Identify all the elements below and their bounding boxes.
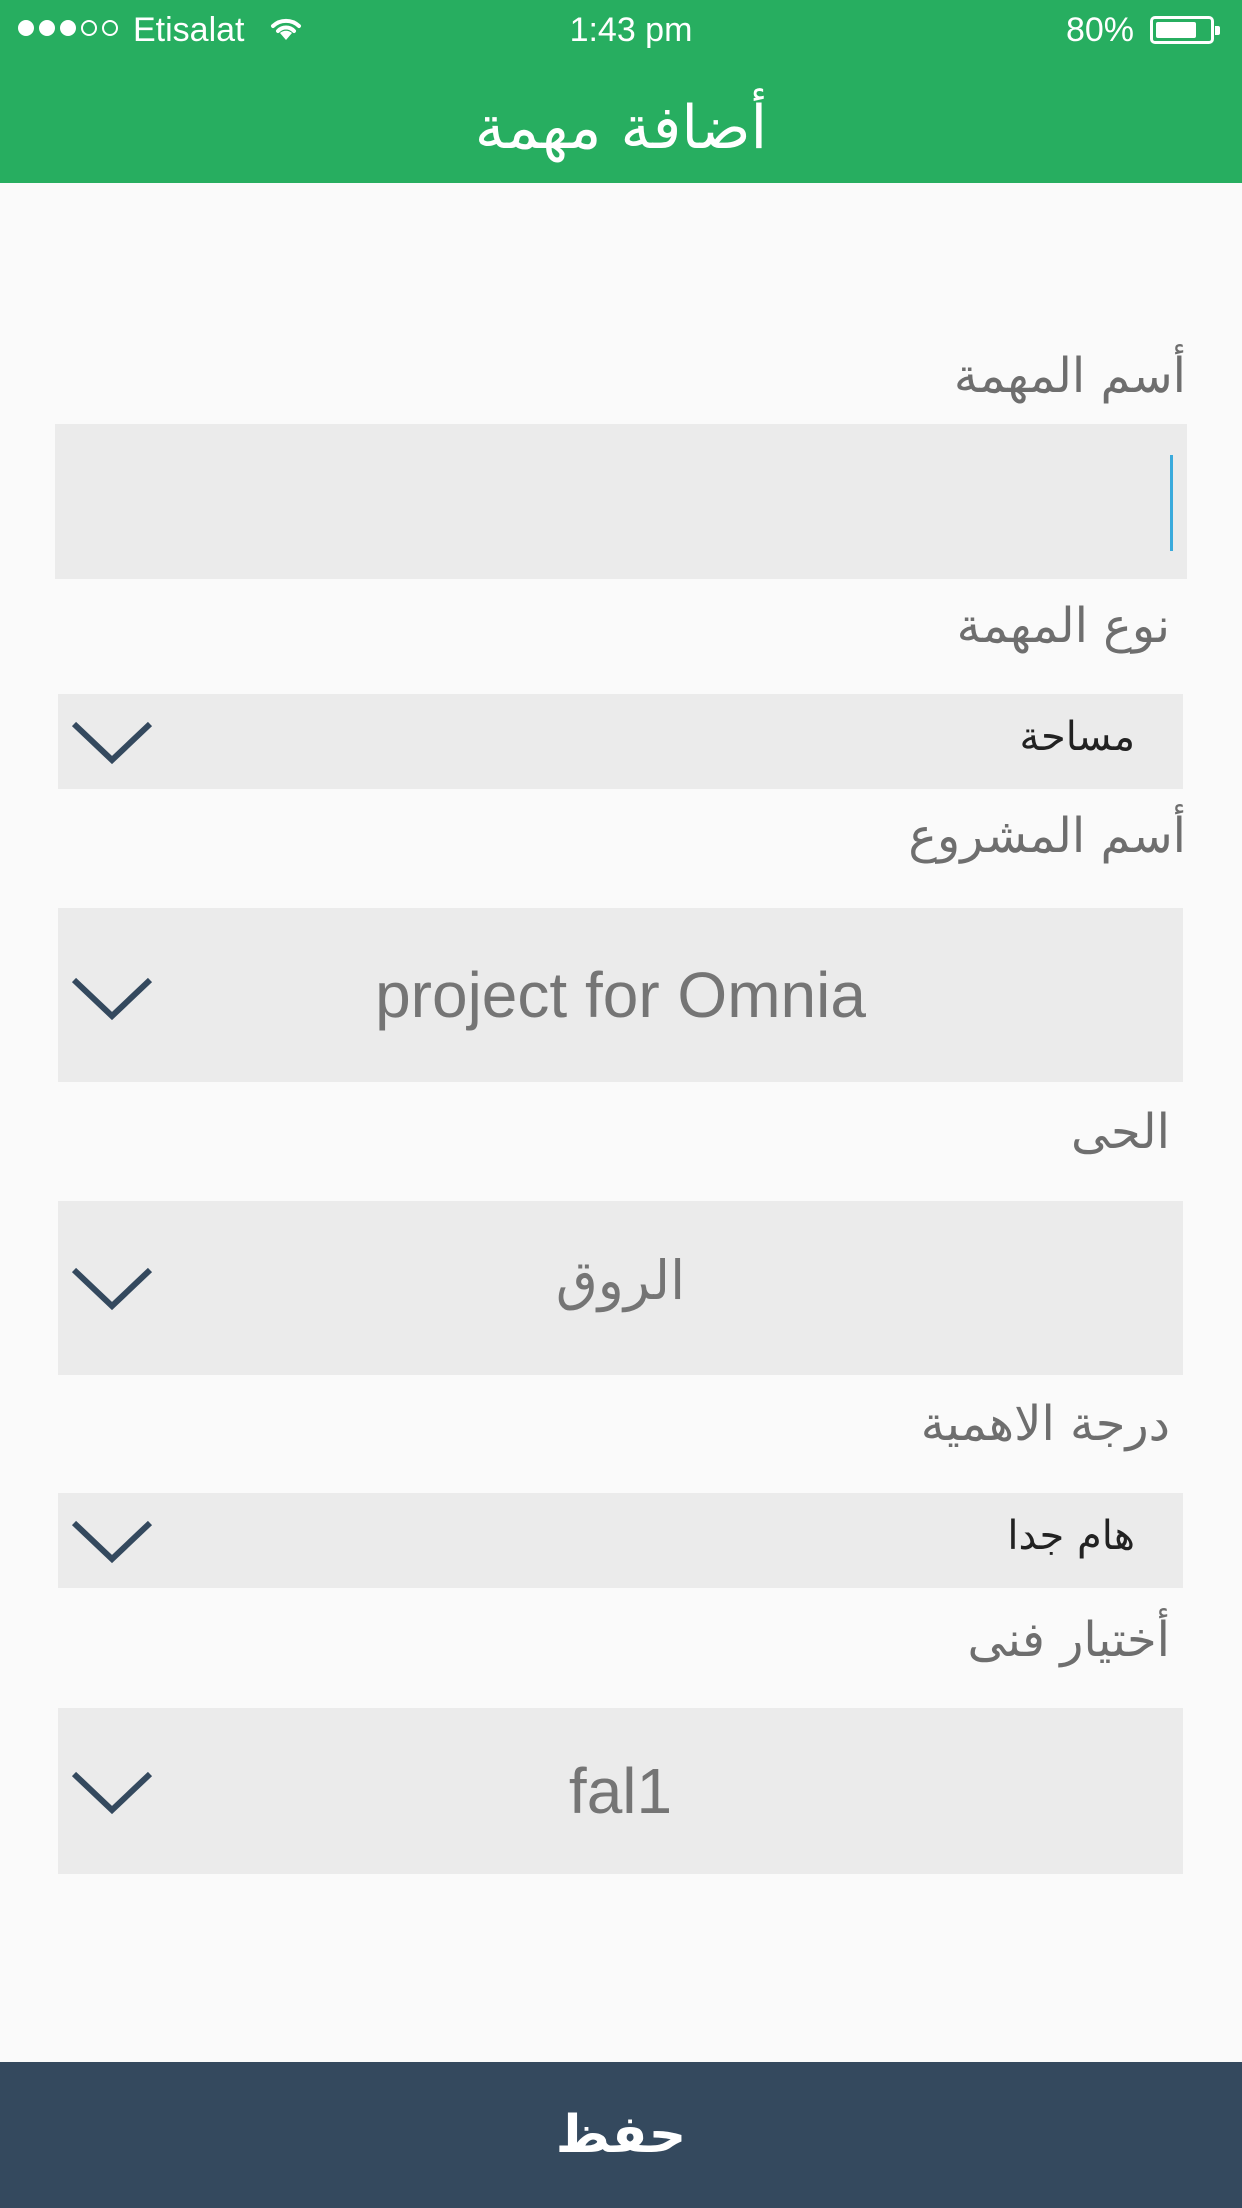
status-time: 1:43 pm xyxy=(569,11,693,49)
text-cursor xyxy=(1170,455,1173,551)
status-bar: Etisalat 1:43 pm 80% xyxy=(0,0,1242,62)
task-type-select[interactable]: مساحة xyxy=(58,694,1183,789)
task-name-input[interactable] xyxy=(55,424,1187,579)
district-label: الحى xyxy=(1071,1104,1170,1160)
technician-value: fal1 xyxy=(568,1755,673,1827)
district-select[interactable]: الروق xyxy=(58,1201,1183,1375)
priority-value: هام جدا xyxy=(1007,1513,1135,1559)
project-name-label: أسم المشروع xyxy=(908,808,1186,864)
battery-percent: 80% xyxy=(1065,11,1134,49)
priority-label: درجة الاهمية xyxy=(920,1396,1170,1452)
chevron-down-icon xyxy=(71,1520,153,1564)
chevron-down-icon xyxy=(71,721,153,765)
task-name-label: أسم المهمة xyxy=(953,348,1186,404)
technician-label: أختيار فنى xyxy=(967,1612,1170,1668)
technician-select[interactable]: fal1 xyxy=(58,1708,1183,1874)
app-header: Etisalat 1:43 pm 80% أضافة مهمة xyxy=(0,0,1242,183)
project-name-value: project for Omnia xyxy=(375,959,866,1031)
priority-select[interactable]: هام جدا xyxy=(58,1493,1183,1588)
project-name-select[interactable]: project for Omnia xyxy=(58,908,1183,1082)
save-button[interactable]: حفظ xyxy=(0,2062,1242,2208)
page-title: أضافة مهمة xyxy=(474,93,768,163)
task-type-value: مساحة xyxy=(1019,714,1135,760)
task-type-label: نوع المهمة xyxy=(956,598,1170,654)
add-task-screen: Etisalat 1:43 pm 80% أضافة مهمة أسم المه… xyxy=(0,0,1242,2208)
battery-nub xyxy=(1215,26,1220,35)
battery-fill xyxy=(1156,22,1197,38)
district-value: الروق xyxy=(555,1249,686,1312)
battery-icon xyxy=(1150,16,1220,44)
